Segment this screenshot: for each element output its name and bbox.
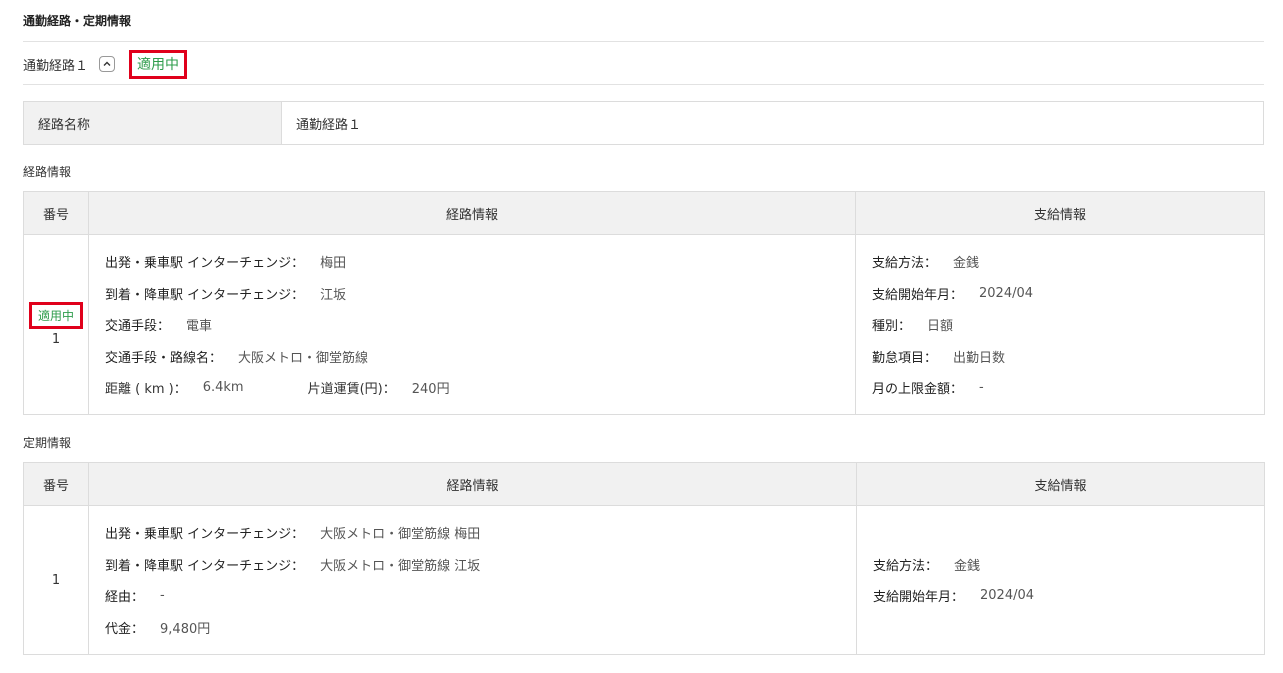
via-field: 経由： - — [105, 580, 840, 612]
row-number: 1 — [51, 572, 61, 588]
limit-label: 月の上限金額： — [872, 382, 964, 397]
route-details-cell: 出発・乗車駅 インターチェンジ： 大阪メトロ・御堂筋線 梅田 到着・降車駅 インタ… — [88, 505, 857, 655]
start-field: 支給開始年月： 2024/04 — [872, 277, 1248, 309]
line-value: 大阪メトロ・御堂筋線 — [238, 350, 369, 366]
route-status-label: 適用中 — [137, 57, 180, 73]
pass-info-table: 番号 経路情報 支給情報 1 出発・乗車駅 インターチェンジ： 大阪メトロ・御堂筋… — [23, 462, 1265, 655]
method-field: 支給方法： 金銭 — [872, 246, 1248, 278]
arrival-field: 到着・降車駅 インターチェンジ： 江坂 — [105, 277, 839, 309]
limit-value: - — [979, 380, 984, 395]
row-number-cell: 適用中 1 — [23, 234, 89, 415]
item-label: 勤怠項目： — [872, 350, 938, 366]
arrival-value: 江坂 — [320, 287, 347, 303]
item-value: 出勤日数 — [953, 350, 1006, 366]
column-header-num: 番号 — [23, 462, 89, 506]
table-row: 適用中 1 出発・乗車駅 インターチェンジ： 梅田 到着・降車駅 インターチェンジ… — [23, 234, 1265, 415]
divider — [23, 41, 1264, 42]
limit-field: 月の上限金額： - — [872, 372, 1248, 404]
column-header-payment: 支給情報 — [856, 462, 1265, 506]
arrival-field: 到着・降車駅 インターチェンジ： 大阪メトロ・御堂筋線 江坂 — [105, 549, 840, 581]
start-field: 支給開始年月： 2024/04 — [873, 580, 1248, 612]
section-title: 通勤経路・定期情報 — [23, 14, 132, 28]
transport-label: 交通手段： — [105, 319, 171, 334]
column-header-route: 経路情報 — [88, 462, 857, 506]
route-name: 通勤経路１ — [23, 58, 89, 74]
arrival-label: 到着・降車駅 インターチェンジ： — [105, 558, 305, 574]
start-value: 2024/04 — [979, 285, 1034, 301]
method-label: 支給方法： — [873, 558, 939, 574]
route-info-table: 番号 経路情報 支給情報 適用中 1 出発・乗車駅 インターチェンジ： 梅田 到着… — [23, 191, 1265, 415]
payment-details-cell: 支給方法： 金銭 支給開始年月： 2024/04 種別： 日額 勤怠項目： 出勤日数 月… — [855, 234, 1265, 415]
arrival-value: 大阪メトロ・御堂筋線 江坂 — [320, 558, 481, 574]
row-status-badge: 適用中 — [28, 302, 83, 329]
departure-field: 出発・乗車駅 インターチェンジ： 梅田 — [105, 246, 839, 278]
row-number-cell: 1 — [23, 505, 89, 655]
column-header-route: 経路情報 — [88, 191, 856, 235]
distance-fare-row: 距離 ( km )： 6.4km 片道運賃(円)： 240円 — [105, 372, 839, 404]
line-label: 交通手段・路線名： — [105, 350, 223, 366]
pass-info-title: 定期情報 — [23, 436, 72, 450]
method-value: 金銭 — [954, 558, 981, 574]
start-label: 支給開始年月： — [872, 287, 964, 303]
payment-details-cell: 支給方法： 金銭 支給開始年月： 2024/04 — [856, 505, 1265, 655]
route-name-table: 経路名称 通勤経路１ — [23, 101, 1264, 145]
departure-field: 出発・乗車駅 インターチェンジ： 大阪メトロ・御堂筋線 梅田 — [105, 517, 840, 549]
method-field: 支給方法： 金銭 — [873, 549, 1248, 581]
price-field: 代金： 9,480円 — [105, 612, 840, 644]
route-info-title: 経路情報 — [23, 165, 72, 179]
column-header-payment: 支給情報 — [855, 191, 1265, 235]
via-value: - — [160, 588, 165, 604]
distance-value: 6.4km — [202, 380, 244, 395]
price-label: 代金： — [105, 621, 145, 637]
method-value: 金銭 — [953, 256, 980, 271]
start-value: 2024/04 — [980, 588, 1035, 604]
departure-value: 梅田 — [320, 256, 347, 271]
collapse-toggle-button[interactable] — [99, 56, 116, 72]
transport-value: 電車 — [186, 319, 213, 334]
type-field: 種別： 日額 — [872, 309, 1248, 341]
fare-label: 片道運賃(円)： — [307, 382, 396, 397]
divider — [23, 84, 1264, 85]
table-row: 1 出発・乗車駅 インターチェンジ： 大阪メトロ・御堂筋線 梅田 到着・降車駅 イ… — [23, 505, 1265, 655]
arrival-label: 到着・降車駅 インターチェンジ： — [105, 287, 305, 303]
fare-value: 240円 — [411, 382, 450, 397]
route-details-cell: 出発・乗車駅 インターチェンジ： 梅田 到着・降車駅 インターチェンジ： 江坂 交通… — [88, 234, 856, 415]
table-header-row: 番号 経路情報 支給情報 — [23, 462, 1265, 506]
via-label: 経由： — [105, 590, 145, 606]
departure-label: 出発・乗車駅 インターチェンジ： — [105, 256, 305, 271]
line-field: 交通手段・路線名： 大阪メトロ・御堂筋線 — [105, 340, 839, 372]
route-name-label: 経路名称 — [24, 102, 282, 144]
row-number: 1 — [51, 332, 61, 347]
price-value: 9,480円 — [160, 621, 211, 637]
item-field: 勤怠項目： 出勤日数 — [872, 340, 1248, 372]
route-status-badge: 適用中 — [129, 49, 188, 79]
table-header-row: 番号 経路情報 支給情報 — [23, 191, 1265, 235]
distance-label: 距離 ( km )： — [105, 382, 187, 397]
column-header-num: 番号 — [23, 191, 89, 235]
method-label: 支給方法： — [872, 256, 938, 271]
route-header: 通勤経路１ 適用中 — [23, 49, 188, 79]
type-label: 種別： — [872, 319, 912, 334]
start-label: 支給開始年月： — [873, 590, 965, 606]
route-name-value: 通勤経路１ — [296, 117, 362, 133]
row-status-label: 適用中 — [37, 309, 74, 323]
departure-label: 出発・乗車駅 インターチェンジ： — [105, 527, 305, 543]
transport-field: 交通手段： 電車 — [105, 309, 839, 341]
chevron-up-icon — [103, 61, 111, 66]
type-value: 日額 — [927, 319, 954, 334]
departure-value: 大阪メトロ・御堂筋線 梅田 — [320, 527, 481, 543]
